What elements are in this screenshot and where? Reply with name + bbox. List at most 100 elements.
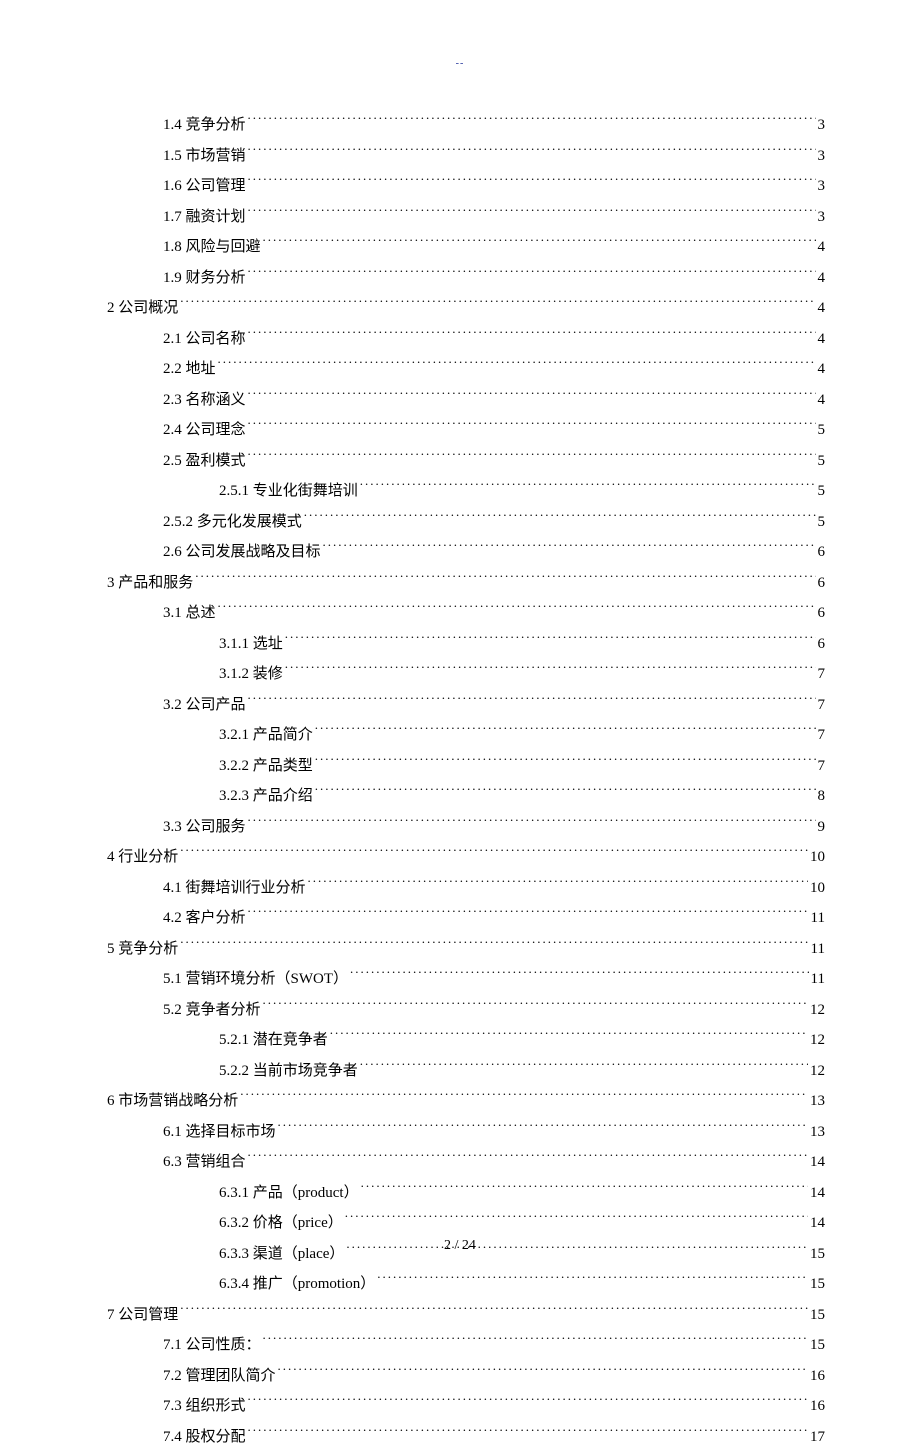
toc-leader-dots xyxy=(263,236,816,251)
toc-entry: 6.3 营销组合14 xyxy=(95,1147,825,1177)
toc-entry: 1.8 风险与回避 4 xyxy=(95,232,825,262)
toc-entry: 7.3 组织形式16 xyxy=(95,1391,825,1421)
toc-entry: 2.2 地址 4 xyxy=(95,354,825,384)
toc-leader-dots xyxy=(315,755,816,770)
toc-leader-dots xyxy=(350,968,809,983)
toc-entry: 3.1.1 选址6 xyxy=(95,629,825,659)
toc-entry-label: 6.3.1 产品（product） xyxy=(219,1178,359,1208)
toc-leader-dots xyxy=(248,328,816,343)
toc-entry: 5.2 竞争者分析 12 xyxy=(95,995,825,1025)
toc-entry-page: 4 xyxy=(818,354,826,384)
toc-entry: 1.6 公司管理3 xyxy=(95,171,825,201)
toc-entry: 2.6 公司发展战略及目标6 xyxy=(95,537,825,567)
toc-entry: 3.2.2 产品类型 7 xyxy=(95,751,825,781)
toc-entry-page: 7 xyxy=(818,720,826,750)
toc-entry-label: 5.2 竞争者分析 xyxy=(163,995,261,1025)
toc-entry: 2.4 公司理念5 xyxy=(95,415,825,445)
toc-entry: 2.5 盈利模式5 xyxy=(95,446,825,476)
toc-entry: 6.1 选择目标市场13 xyxy=(95,1117,825,1147)
toc-entry-page: 11 xyxy=(811,964,825,994)
toc-entry: 1.7 融资计划3 xyxy=(95,202,825,232)
toc-entry-label: 2.5.2 多元化发展模式 xyxy=(163,507,302,537)
toc-leader-dots xyxy=(330,1029,808,1044)
toc-leader-dots xyxy=(195,572,815,587)
toc-leader-dots xyxy=(248,694,816,709)
toc-entry-page: 4 xyxy=(818,385,826,415)
toc-entry-label: 3.1.2 装修 xyxy=(219,659,283,689)
toc-entry-label: 2.6 公司发展战略及目标 xyxy=(163,537,321,567)
toc-leader-dots xyxy=(304,511,816,526)
toc-entry: 6.3.1 产品（product）14 xyxy=(95,1178,825,1208)
toc-entry-page: 3 xyxy=(818,171,826,201)
toc-leader-dots xyxy=(315,724,816,739)
toc-entry-page: 4 xyxy=(818,293,826,323)
toc-entry: 3.2.3 产品介绍8 xyxy=(95,781,825,811)
toc-entry-page: 14 xyxy=(810,1208,825,1238)
toc-entry-page: 7 xyxy=(818,751,826,781)
toc-entry-label: 2.2 地址 xyxy=(163,354,216,384)
toc-entry: 1.4 竞争分析3 xyxy=(95,110,825,140)
toc-entry-label: 3 产品和服务 xyxy=(107,568,193,598)
toc-entry-label: 1.8 风险与回避 xyxy=(163,232,261,262)
toc-entry-label: 1.9 财务分析 xyxy=(163,263,246,293)
toc-leader-dots xyxy=(278,1365,808,1380)
toc-entry-label: 4.1 街舞培训行业分析 xyxy=(163,873,306,903)
toc-leader-dots xyxy=(240,1090,808,1105)
toc-leader-dots xyxy=(315,785,816,800)
toc-entry-label: 3.2.2 产品类型 xyxy=(219,751,313,781)
toc-leader-dots xyxy=(248,267,816,282)
toc-leader-dots xyxy=(180,938,808,953)
toc-entry: 3.1.2 装修 7 xyxy=(95,659,825,689)
toc-entry: 1.9 财务分析4 xyxy=(95,263,825,293)
toc-entry: 6 市场营销战略分析13 xyxy=(95,1086,825,1116)
toc-leader-dots xyxy=(248,1426,808,1441)
toc-leader-dots xyxy=(361,1182,808,1197)
toc-entry-page: 6 xyxy=(818,598,826,628)
toc-entry: 6.3.2 价格（price）14 xyxy=(95,1208,825,1238)
toc-entry-label: 3.2.3 产品介绍 xyxy=(219,781,313,811)
toc-entry: 5.1 营销环境分析（SWOT）11 xyxy=(95,964,825,994)
toc-leader-dots xyxy=(263,999,808,1014)
toc-entry: 3.1 总述 6 xyxy=(95,598,825,628)
toc-leader-dots xyxy=(248,175,816,190)
toc-entry-page: 5 xyxy=(818,446,826,476)
toc-leader-dots xyxy=(248,1151,808,1166)
toc-entry-label: 3.2 公司产品 xyxy=(163,690,246,720)
toc-entry-label: 5 竞争分析 xyxy=(107,934,178,964)
document-page: -- 1.4 竞争分析31.5 市场营销31.6 公司管理31.7 融资计划31… xyxy=(0,0,920,1302)
toc-entry-label: 3.1.1 选址 xyxy=(219,629,283,659)
toc-entry-page: 13 xyxy=(810,1117,825,1147)
toc-entry-page: 12 xyxy=(810,1056,825,1086)
toc-leader-dots xyxy=(248,206,816,221)
toc-leader-dots xyxy=(248,389,816,404)
toc-entry: 3.3 公司服务9 xyxy=(95,812,825,842)
toc-entry-label: 1.7 融资计划 xyxy=(163,202,246,232)
toc-entry-page: 12 xyxy=(810,995,825,1025)
toc-entry-page: 9 xyxy=(818,812,826,842)
toc-leader-dots xyxy=(248,1395,808,1410)
toc-entry-label: 7 公司管理 xyxy=(107,1300,178,1330)
toc-entry-page: 5 xyxy=(818,476,826,506)
toc-entry-page: 7 xyxy=(818,690,826,720)
toc-entry-label: 6 市场营销战略分析 xyxy=(107,1086,238,1116)
toc-entry: 1.5 市场营销3 xyxy=(95,141,825,171)
toc-entry: 7 公司管理15 xyxy=(95,1300,825,1330)
toc-entry-label: 1.4 竞争分析 xyxy=(163,110,246,140)
toc-entry-page: 7 xyxy=(818,659,826,689)
toc-entry-page: 10 xyxy=(810,842,825,872)
toc-entry-page: 10 xyxy=(810,873,825,903)
toc-entry-label: 6.3 营销组合 xyxy=(163,1147,246,1177)
toc-entry-label: 2.3 名称涵义 xyxy=(163,385,246,415)
toc-entry: 5 竞争分析11 xyxy=(95,934,825,964)
toc-entry-page: 3 xyxy=(818,141,826,171)
toc-leader-dots xyxy=(285,633,816,648)
page-number: 2 / 24 xyxy=(0,1238,920,1254)
toc-leader-dots xyxy=(248,816,816,831)
toc-entry-label: 3.1 总述 xyxy=(163,598,216,628)
toc-entry: 3.2 公司产品 7 xyxy=(95,690,825,720)
toc-entry-page: 4 xyxy=(818,232,826,262)
toc-entry-label: 4.2 客户分析 xyxy=(163,903,246,933)
toc-leader-dots xyxy=(248,145,816,160)
toc-entry: 2 公司概况4 xyxy=(95,293,825,323)
toc-entry-page: 15 xyxy=(810,1330,825,1360)
